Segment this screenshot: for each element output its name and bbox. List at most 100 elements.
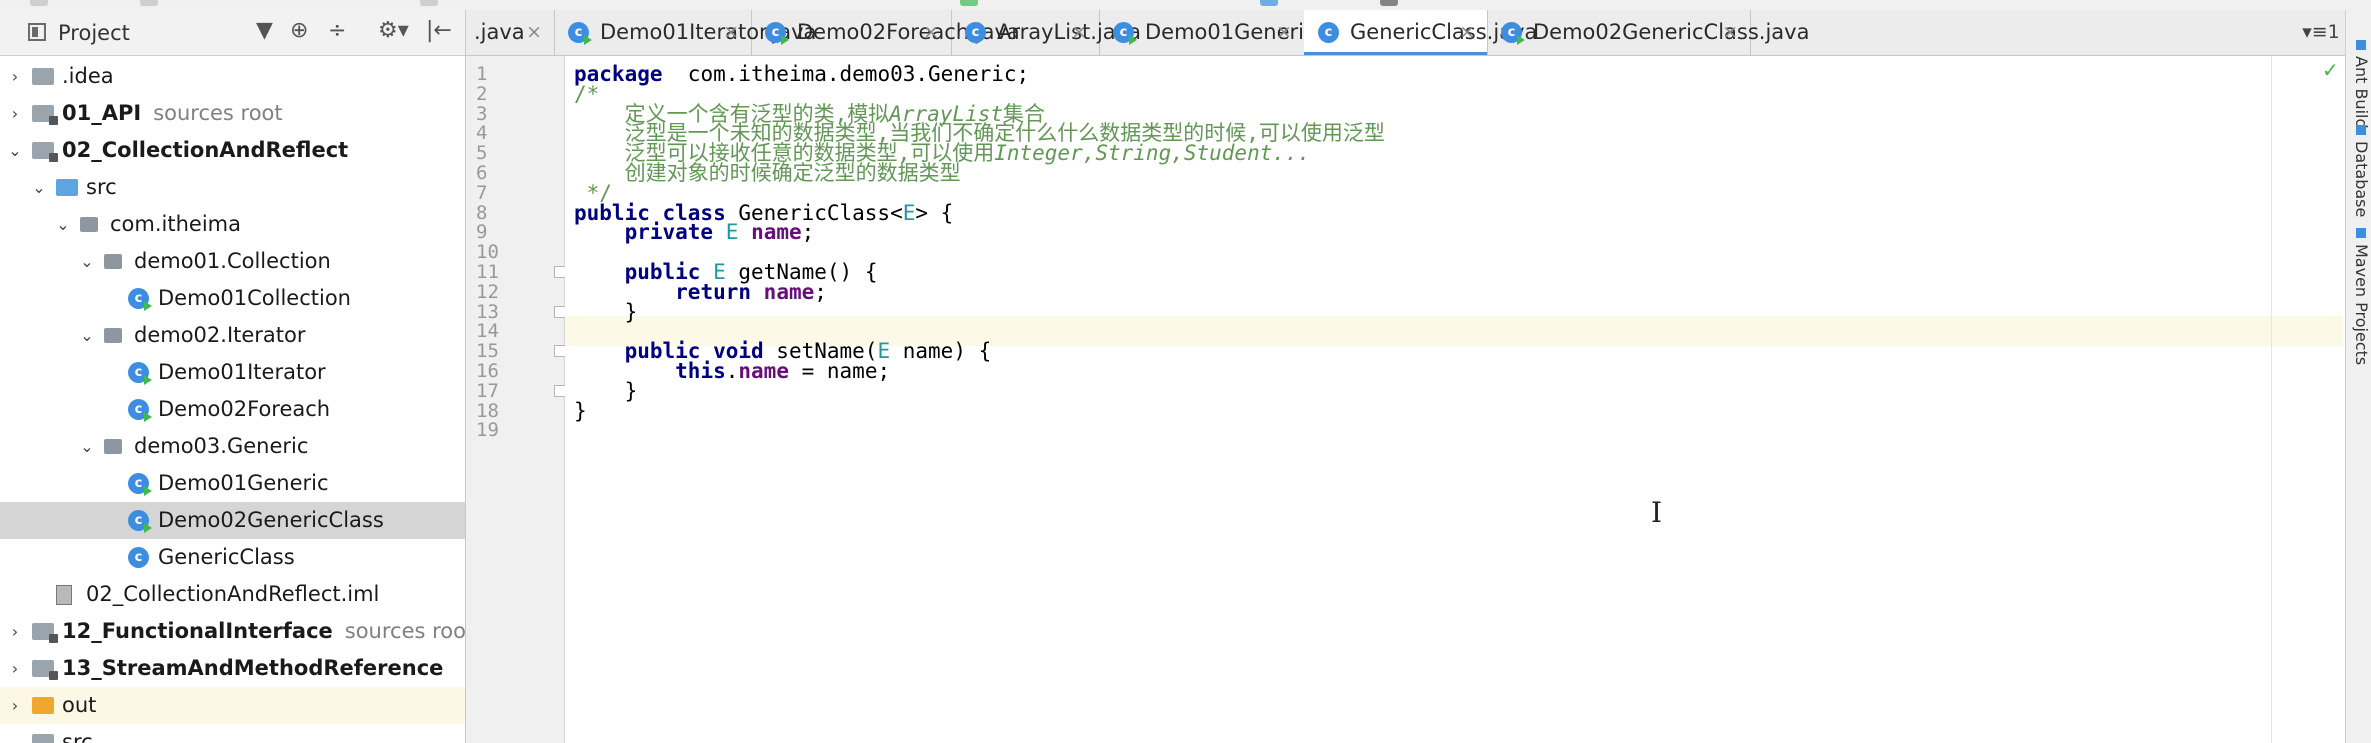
expand-arrow-icon[interactable]: ⌄ [32,169,46,206]
tree-item[interactable]: › 12_FunctionalInterface sources root [0,613,465,650]
tree-item-text: Demo02Foreach [158,397,331,421]
tree-item[interactable]: › out [0,687,465,724]
inspection-ok-icon[interactable]: ✓ [2322,58,2339,82]
tree-item-text: demo01.Collection [134,249,331,273]
tree-item-text: src [62,730,93,743]
editor-tab[interactable]: c Demo02GenericClass.java × [1487,10,1809,55]
editor-tab[interactable]: .java × [466,10,555,55]
tree-item[interactable]: c Demo01Iterator [0,354,465,391]
code-token: return [675,279,752,304]
collapse-arrow-icon[interactable]: › [8,613,22,650]
module-folder-icon [32,105,58,125]
code-token: name [738,359,789,383]
tree-item[interactable]: c Demo01Collection [0,280,465,317]
hide-panel-icon[interactable]: |← [426,19,452,43]
tree-item[interactable]: src [0,724,465,743]
code-token: 创建对象的时候确定泛型的数据类型 [574,161,961,185]
expand-arrow-icon[interactable]: ⌄ [8,132,22,169]
tree-item[interactable]: › 01_API sources root [0,95,465,132]
tree-item[interactable]: ⌄ demo02.Iterator [0,317,465,354]
editor-tab[interactable]: c Demo01Generic.java × [1099,10,1366,55]
editor-tab[interactable]: c ArrayList.java × [951,10,1141,55]
close-tab-icon[interactable]: × [923,10,939,55]
tab-overflow-menu[interactable]: ▾≡1 [2296,10,2346,55]
code-token: . [725,359,739,383]
expand-arrow-icon[interactable]: ⌄ [80,243,94,280]
editor-tab-bar: .java × c Demo01Iterator.java × c Demo02Foreac… [466,10,2346,56]
tree-item[interactable]: c Demo02Foreach [0,391,465,428]
close-tab-icon[interactable]: × [1071,10,1087,55]
collapse-arrow-icon[interactable]: › [8,95,22,132]
sources-root-note: sources root [344,619,466,643]
code-line: private E name; [574,217,815,247]
expand-arrow-icon[interactable]: ⌄ [80,317,94,354]
code-line: } [574,396,587,426]
package-folder-icon [104,439,122,454]
tree-item-label: 02_CollectionAndReflect.iml [86,576,379,613]
tree-item-label: Demo02Foreach [158,391,330,428]
line-number-gutter[interactable]: 1 2 3 4 5 6 7 8 9 10 11 12 13 14 15 16 17 18 19 [466,56,567,743]
code-token: ; [801,220,815,245]
tool-window-maven-projects[interactable]: Maven Projects [2346,228,2371,365]
collapse-arrow-icon[interactable]: › [8,650,22,687]
tree-item[interactable]: › 13_StreamAndMethodReference [0,650,465,687]
tree-item-label: GenericClass [158,539,295,576]
tool-window-database[interactable]: Database [2346,125,2371,217]
code-line: } [574,297,638,327]
tree-item-text: Demo02GenericClass [158,508,384,532]
code-token: name [763,279,815,304]
tree-item-label: demo03.Generic [134,428,308,465]
locate-icon[interactable]: ⊕ [290,19,308,43]
tree-item-text: Demo01Generic [158,471,329,495]
expand-arrow-icon[interactable]: ⌄ [56,206,70,243]
close-tab-icon[interactable]: × [723,10,739,55]
view-dropdown-icon[interactable]: ▼ [256,19,273,43]
tool-window-label: Maven Projects [2352,244,2371,366]
collapse-all-icon[interactable]: ÷ [328,19,346,43]
package-folder-icon [80,217,98,232]
project-panel-title[interactable]: Project [58,21,130,45]
tree-item[interactable]: ⌄ src [0,169,465,206]
tree-item[interactable]: ⌄ 02_CollectionAndReflect [0,132,465,169]
expand-arrow-icon[interactable]: ⌄ [80,428,94,465]
collapse-arrow-icon[interactable]: › [8,58,22,95]
tree-item-text: 02_CollectionAndReflect [62,138,349,162]
code-line: 创建对象的时候确定泛型的数据类型 [574,158,961,188]
tool-window-ant-build[interactable]: Ant Build [2346,40,2371,129]
tree-item-label: src [86,169,117,206]
editor-tab[interactable]: c Demo02Foreach.java × [751,10,1020,55]
java-class-icon: c [1113,22,1137,45]
tree-item-label: Demo02GenericClass [158,502,384,539]
collapse-arrow-icon[interactable]: › [8,687,22,724]
code-editor[interactable]: package com.itheima.demo03.Generic;/* 定义… [565,56,2343,743]
tree-item-label: Demo01Iterator [158,354,326,391]
close-tab-icon[interactable]: × [1459,10,1475,55]
tree-item[interactable]: 02_CollectionAndReflect.iml [0,576,465,613]
tree-item[interactable]: › .idea [0,58,465,95]
java-class-icon: c [765,22,789,45]
module-file-icon [56,585,72,605]
settings-gear-icon[interactable]: ⚙▾ [378,19,409,43]
close-tab-icon[interactable]: × [526,10,542,55]
tree-item[interactable]: c Demo02GenericClass [0,502,465,539]
module-folder-icon [32,142,58,162]
editor-tab[interactable]: c GenericClass.java × [1304,10,1537,55]
tree-item[interactable]: ⌄ demo03.Generic [0,428,465,465]
tool-window-label: Ant Build [2352,56,2371,129]
code-token: E [902,200,916,225]
close-tab-icon[interactable]: × [1722,10,1738,55]
tree-item-label: src [62,724,93,743]
tree-item[interactable]: ⌄ com.itheima [0,206,465,243]
editor-tab[interactable]: c Demo01Iterator.java × [554,10,816,55]
tree-item[interactable]: c Demo01Generic [0,465,465,502]
tool-window-label: Database [2352,141,2371,218]
close-tab-icon[interactable]: × [1276,10,1292,55]
tree-item-label: demo01.Collection [134,243,331,280]
tree-item[interactable]: c GenericClass [0,539,465,576]
tree-item-label: 02_CollectionAndReflect [62,132,348,169]
tree-item[interactable]: ⌄ demo01.Collection [0,243,465,280]
java-class-icon: c [128,362,152,385]
